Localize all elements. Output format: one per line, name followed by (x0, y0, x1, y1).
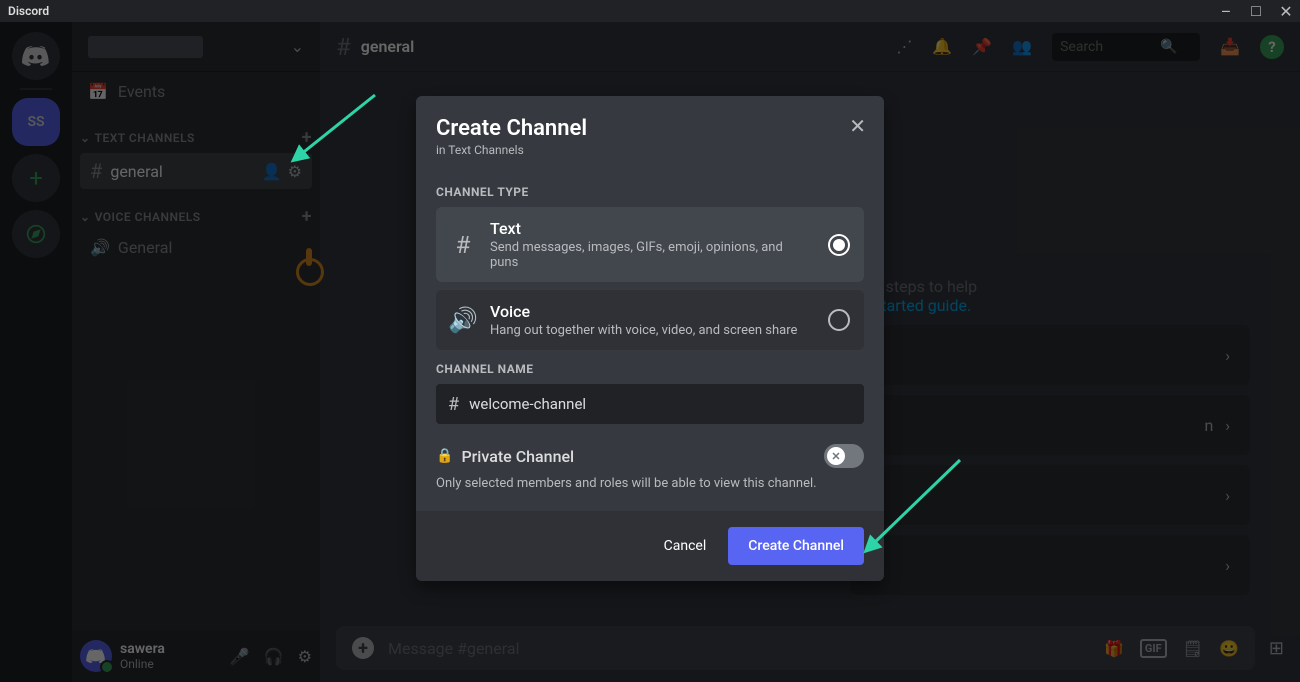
type-title: Voice (490, 302, 797, 321)
channel-type-text[interactable]: # Text Send messages, images, GIFs, emoj… (436, 207, 864, 282)
type-desc: Hang out together with voice, video, and… (490, 323, 797, 338)
speaker-icon: 🔊 (450, 306, 476, 334)
modal-title: Create Channel (436, 116, 864, 141)
hash-icon: # (448, 394, 459, 415)
annotation-arrow (290, 90, 380, 170)
channel-type-label: CHANNEL TYPE (436, 185, 864, 199)
app-title: Discord (8, 4, 49, 18)
private-toggle[interactable] (824, 444, 864, 468)
window-close[interactable]: ✕ (1280, 5, 1292, 17)
private-desc: Only selected members and roles will be … (436, 476, 864, 491)
titlebar: Discord – □ ✕ (0, 0, 1300, 22)
window-maximize[interactable]: □ (1250, 5, 1262, 17)
cancel-button[interactable]: Cancel (660, 527, 711, 565)
lock-icon: 🔒 (436, 448, 453, 464)
channel-name-label: CHANNEL NAME (436, 362, 864, 376)
close-icon[interactable]: ✕ (849, 114, 866, 138)
type-title: Text (490, 219, 814, 238)
create-channel-modal: Create Channel in Text Channels ✕ CHANNE… (416, 96, 884, 581)
channel-type-voice[interactable]: 🔊 Voice Hang out together with voice, vi… (436, 290, 864, 350)
channel-name-input[interactable] (469, 395, 852, 413)
radio-unselected[interactable] (828, 309, 850, 331)
type-desc: Send messages, images, GIFs, emoji, opin… (490, 240, 814, 270)
window-minimize[interactable]: – (1220, 5, 1232, 17)
hash-icon: # (450, 231, 476, 259)
private-title: Private Channel (461, 447, 574, 466)
radio-selected[interactable] (828, 234, 850, 256)
annotation-arrow (860, 450, 970, 560)
channel-name-field[interactable]: # (436, 384, 864, 424)
create-channel-button[interactable]: Create Channel (728, 527, 864, 565)
modal-subtitle: in Text Channels (436, 143, 864, 157)
